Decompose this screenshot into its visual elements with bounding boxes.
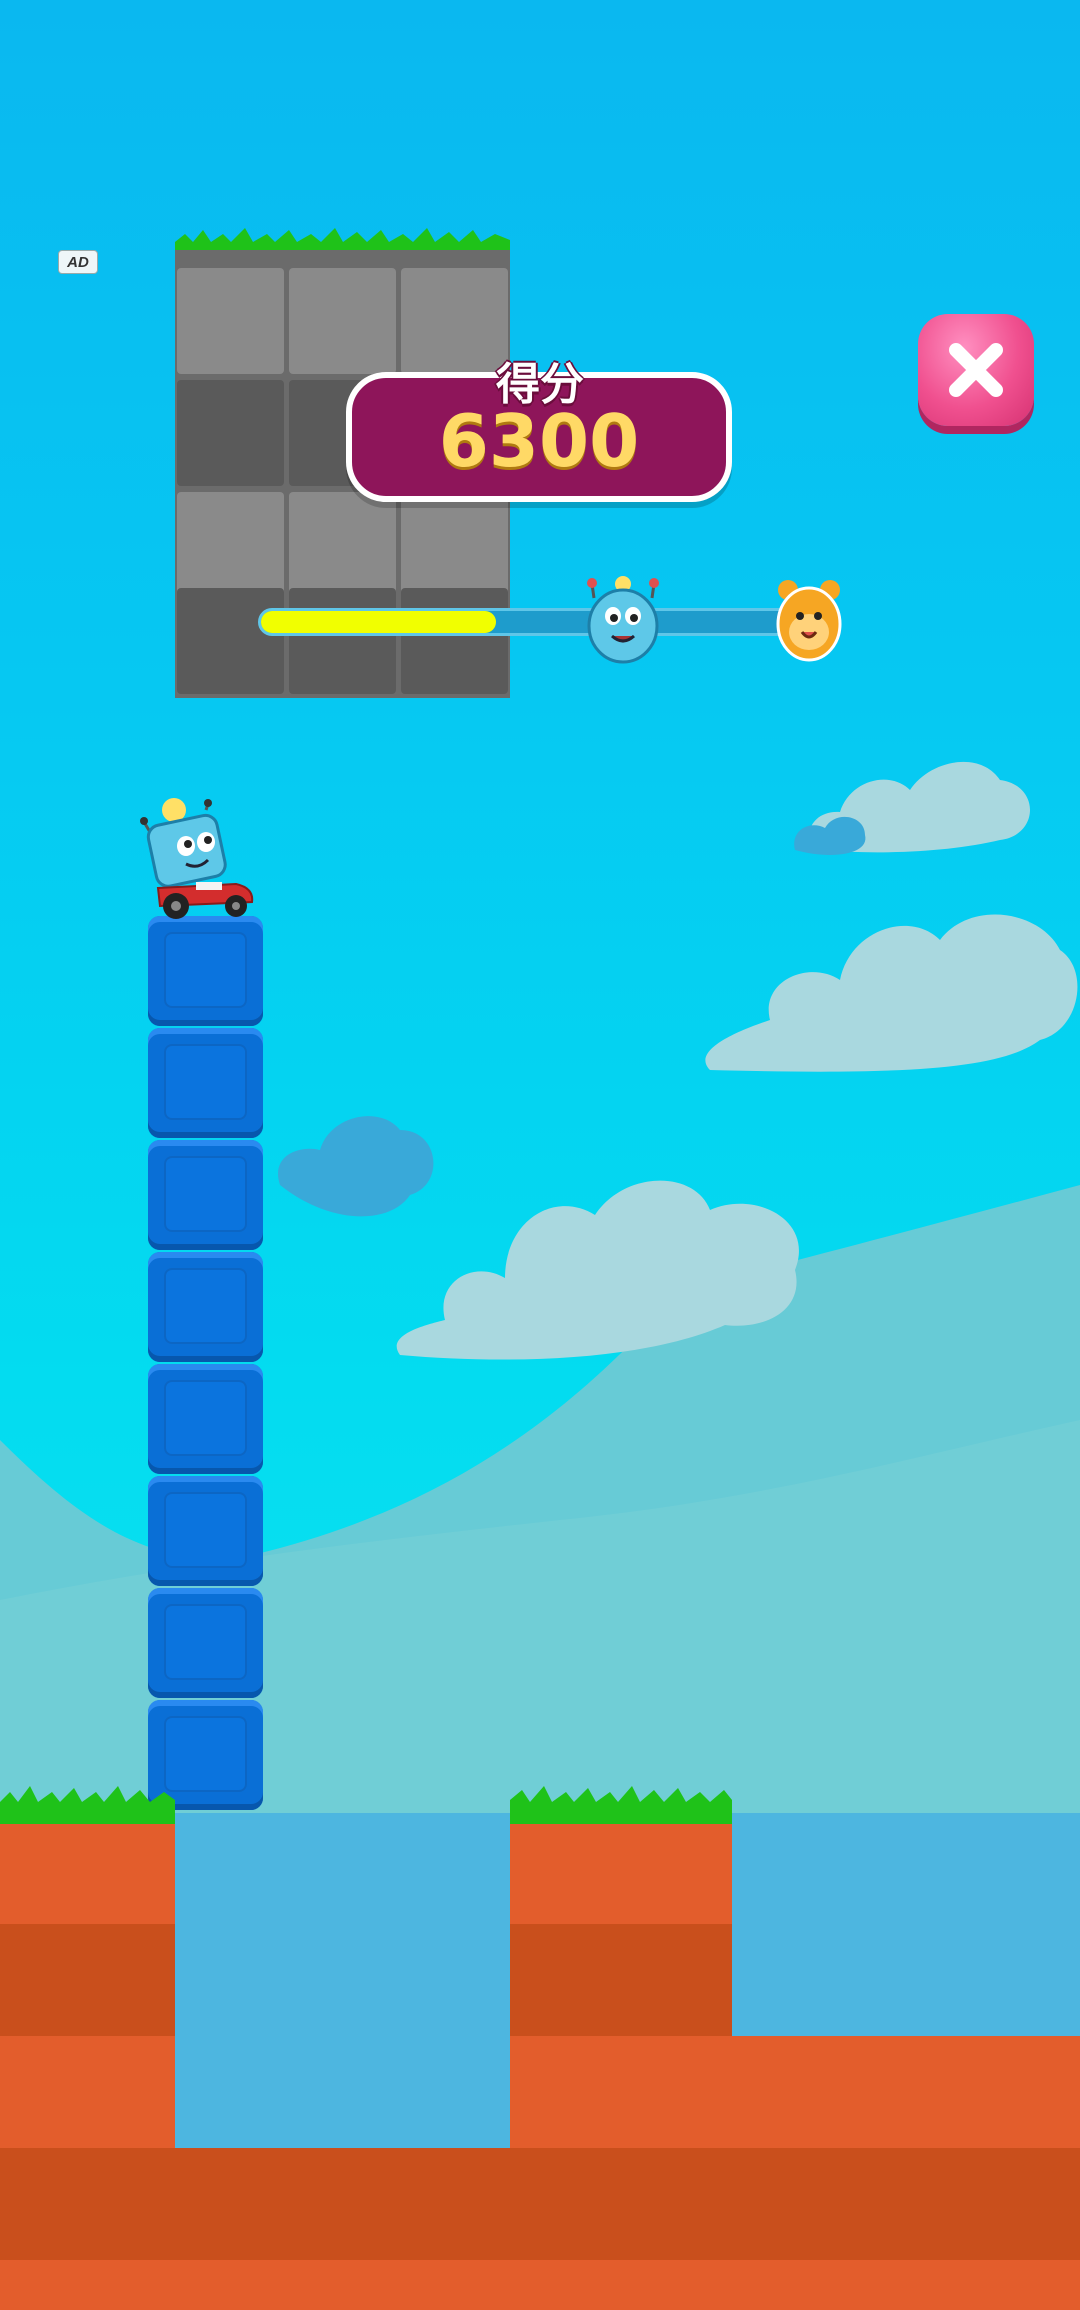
- dirt-bottom: [0, 2260, 1080, 2310]
- dirt-band: [510, 1924, 732, 2036]
- stone-tile: [177, 588, 284, 694]
- stone-tile: [177, 492, 284, 598]
- tower-block: [148, 1476, 263, 1586]
- close-button[interactable]: [918, 314, 1034, 426]
- grass-middle: [510, 1786, 732, 1824]
- tower-block: [148, 1140, 263, 1250]
- robot-on-kart[interactable]: [136, 792, 260, 920]
- cloud-large-mid: [396, 1180, 799, 1360]
- progress-bar: [258, 608, 798, 636]
- water-pool-right: [732, 1813, 1080, 2036]
- close-icon: [949, 343, 1003, 397]
- stone-tile: [177, 268, 284, 374]
- water-pool-left: [175, 1813, 510, 2148]
- stone-tile: [289, 588, 396, 694]
- blue-robot-avatar: [587, 576, 659, 664]
- stone-row: [175, 586, 510, 698]
- score-label: 得分: [496, 359, 584, 410]
- tower-block: [148, 1252, 263, 1362]
- dirt-bottom-band: [0, 2148, 1080, 2260]
- ad-badge[interactable]: AD: [58, 250, 98, 274]
- orange-hamster-avatar: [776, 580, 842, 662]
- dirt-band: [0, 1924, 175, 2036]
- progress-fill: [261, 611, 496, 633]
- grass-left: [0, 1786, 175, 1824]
- tower-block: [148, 916, 263, 1026]
- tower-block: [148, 1588, 263, 1698]
- stone-tile: [177, 380, 284, 486]
- stone-tile: [289, 492, 396, 598]
- stone-tile: [289, 268, 396, 374]
- cloud-large-right: [705, 914, 1078, 1072]
- cloud-tiny-right: [794, 816, 866, 855]
- tower-block: [148, 1364, 263, 1474]
- tower-block: [148, 1028, 263, 1138]
- stone-row: [175, 266, 510, 378]
- stone-tile: [401, 492, 508, 598]
- stone-tile: [401, 588, 508, 694]
